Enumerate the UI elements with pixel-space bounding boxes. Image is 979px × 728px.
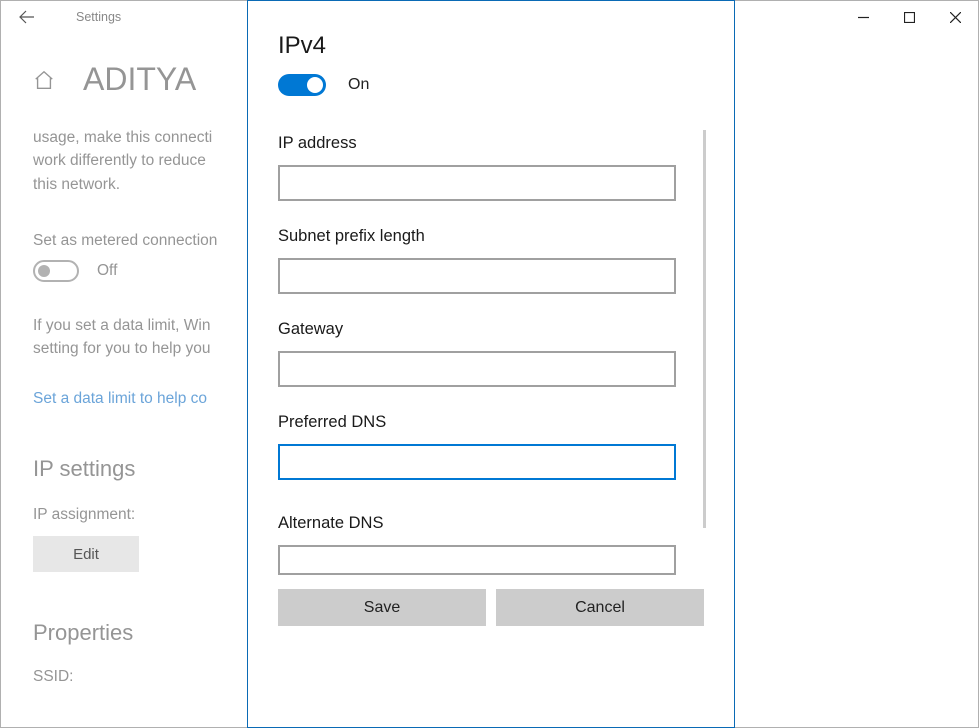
minimize-button[interactable] — [840, 1, 886, 33]
alternate-dns-label: Alternate DNS — [278, 514, 704, 533]
cancel-button[interactable]: Cancel — [496, 589, 704, 626]
scrollbar[interactable] — [703, 130, 706, 528]
metered-toggle[interactable] — [33, 260, 79, 282]
alternate-dns-input[interactable] — [278, 545, 676, 575]
arrow-left-icon — [19, 9, 35, 25]
metered-toggle-state: Off — [97, 262, 117, 280]
subnet-label: Subnet prefix length — [278, 227, 704, 246]
app-title: Settings — [76, 10, 121, 24]
ip-address-label: IP address — [278, 134, 704, 153]
back-button[interactable] — [7, 1, 47, 33]
ipv4-settings-dialog: IPv4 On IP address Subnet prefix length … — [247, 0, 735, 728]
maximize-icon — [904, 12, 915, 23]
page-title: ADITYA — [83, 61, 196, 98]
edit-button[interactable]: Edit — [33, 536, 139, 572]
ip-address-input[interactable] — [278, 165, 676, 201]
minimize-icon — [858, 12, 869, 23]
close-icon — [950, 12, 961, 23]
preferred-dns-label: Preferred DNS — [278, 413, 704, 432]
ipv4-toggle[interactable] — [278, 74, 326, 96]
subnet-input[interactable] — [278, 258, 676, 294]
close-button[interactable] — [932, 1, 978, 33]
gateway-label: Gateway — [278, 320, 704, 339]
gateway-input[interactable] — [278, 351, 676, 387]
ipv4-toggle-state: On — [348, 76, 369, 94]
save-button[interactable]: Save — [278, 589, 486, 626]
dialog-title: IPv4 — [278, 32, 704, 60]
preferred-dns-input[interactable] — [278, 444, 676, 480]
maximize-button[interactable] — [886, 1, 932, 33]
home-icon — [33, 69, 55, 91]
